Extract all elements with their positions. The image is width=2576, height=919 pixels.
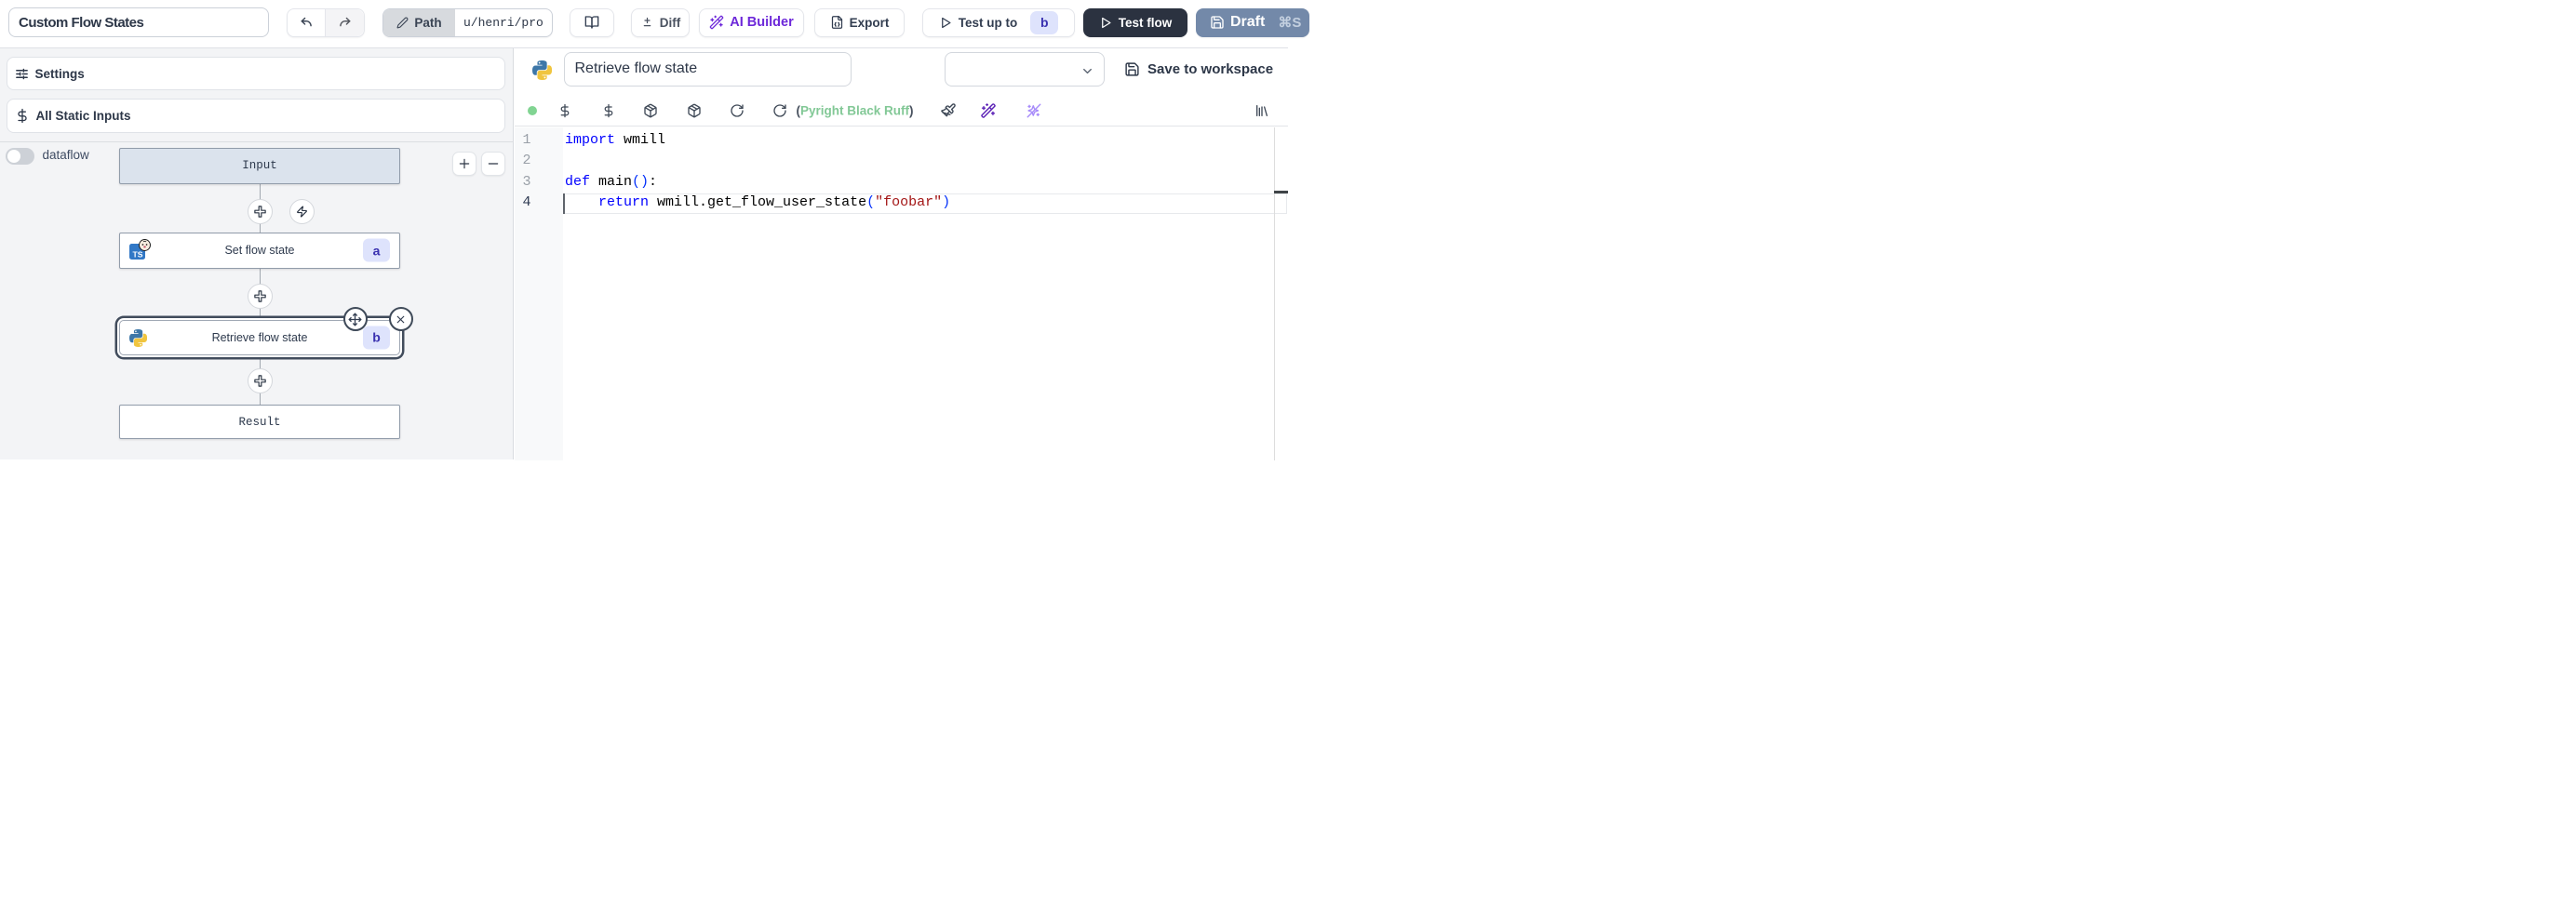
svg-text:TS: TS	[133, 250, 143, 260]
